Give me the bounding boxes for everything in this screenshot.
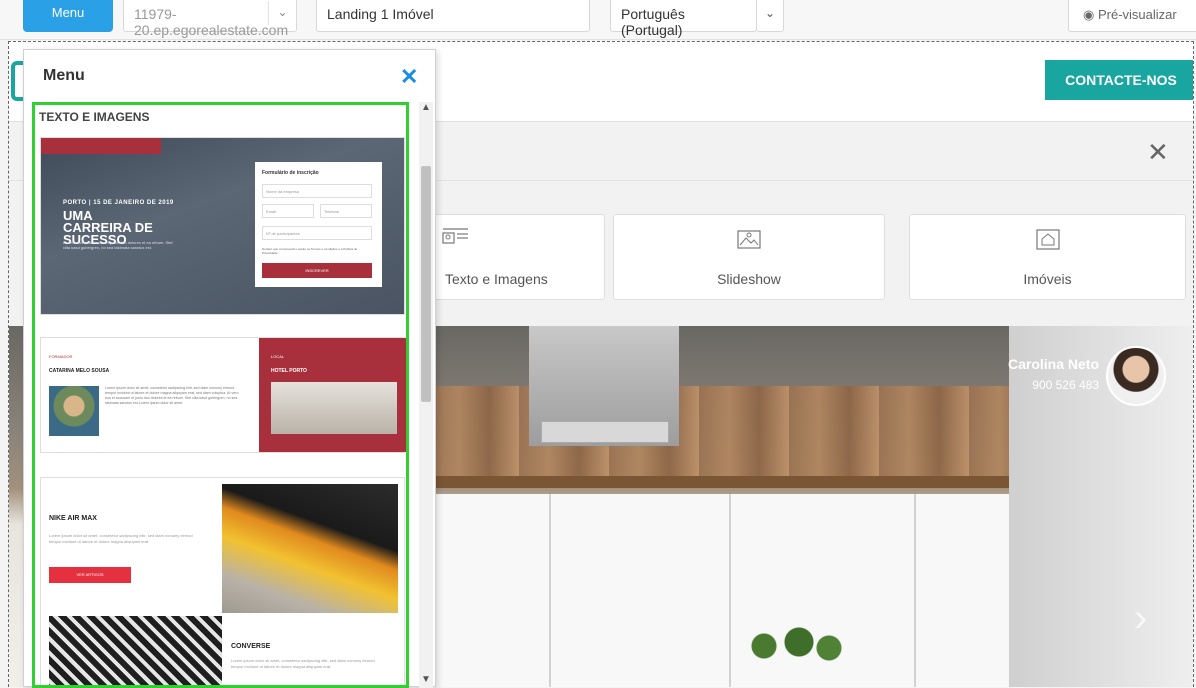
scrollbar-thumb[interactable] <box>421 166 431 402</box>
section-title: TEXTO E IMAGENS <box>39 110 150 124</box>
chevron-down-icon[interactable]: ⌄ <box>756 0 784 32</box>
template-text: Lorem ipsum dolor sit amet, consetetur s… <box>105 386 239 405</box>
menu-panel-title: Menu <box>43 67 85 84</box>
template-list[interactable]: TEXTO E IMAGENS PORTO | 15 DE JANEIRO DE… <box>32 102 409 688</box>
language-select[interactable]: Português (Portugal) <box>610 0 757 38</box>
agent-name: Carolina Neto <box>1007 356 1099 372</box>
template-thumbnail-products[interactable]: NIKE AIR MAX Lorem ipsum dolor sit amet,… <box>40 477 405 685</box>
template-thumbnail-speaker[interactable]: FORMADOR CATARINA MELO SOUSA Lorem ipsum… <box>40 337 406 453</box>
editor-toolbar: Menu 11979-20.ep.egorealestate.com ⌄ Lan… <box>0 0 1196 40</box>
chevron-down-icon: ⌄ <box>268 1 296 25</box>
template-date: PORTO | 15 DE JANEIRO DE 2019 <box>63 200 174 206</box>
template-button: VER ARTIGOS <box>49 567 131 583</box>
template-venue-block: LOCAL HOTEL PORTO <box>259 338 406 452</box>
language-select-value: Português (Portugal) <box>621 6 685 38</box>
template-text: Lorem ipsum dolor sit amet, consetetur s… <box>49 533 193 544</box>
scrollbar[interactable]: ▲ ▼ <box>419 102 433 688</box>
site-select[interactable]: 11979-20.ep.egorealestate.com ⌄ <box>123 0 297 38</box>
template-photo <box>49 386 99 436</box>
chevron-right-icon[interactable]: › <box>1134 596 1147 641</box>
hero-background <box>914 494 916 687</box>
slideshow-icon <box>737 230 761 249</box>
template-thumbnail-event[interactable]: PORTO | 15 DE JANEIRO DE 2019 UMA CARREI… <box>40 137 405 315</box>
menu-panel: Menu ✕ TEXTO E IMAGENS PORTO | 15 DE JAN… <box>23 49 436 688</box>
eye-icon: ◉ <box>1083 7 1098 22</box>
preview-label: Pré-visualizar <box>1097 7 1177 22</box>
page-select[interactable]: Landing 1 Imóvel <box>316 0 590 32</box>
hero-background <box>429 476 1029 488</box>
chevron-down-icon[interactable]: ▼ <box>421 674 431 685</box>
menu-button[interactable]: Menu <box>23 0 113 32</box>
contact-button[interactable]: CONTACTE-NOS <box>1045 60 1193 100</box>
hero-background <box>549 494 551 687</box>
form-field: Nº de participantes <box>262 226 372 240</box>
form-consent: Declaro que compreendi e aceito os Termo… <box>262 247 358 255</box>
avatar <box>1106 346 1166 406</box>
widget-card-label: Imóveis <box>1023 271 1072 287</box>
template-title: CONVERSE <box>231 643 271 650</box>
template-photo <box>222 484 398 613</box>
site-select-value: 11979-20.ep.egorealestate.com <box>134 6 289 38</box>
hero-background <box>729 494 731 687</box>
widget-card-imoveis[interactable]: Imóveis <box>909 214 1186 300</box>
divider <box>8 41 1194 42</box>
template-title: NIKE AIR MAX <box>49 515 97 522</box>
form-field: Telefone <box>320 204 372 218</box>
template-form: Formulário de inscrição Nome da empresa … <box>255 162 382 287</box>
template-photo <box>49 616 222 685</box>
form-field: Nome da empresa <box>262 184 372 198</box>
preview-button[interactable]: ◉ Pré-visualizar <box>1068 0 1196 32</box>
widget-card-texto-imagens[interactable]: Texto e Imagens <box>409 214 605 300</box>
page-select-value: Landing 1 Imóvel <box>327 6 434 22</box>
hero-background <box>429 386 1029 478</box>
template-label: FORMADOR <box>49 354 73 359</box>
template-name: CATARINA MELO SOUSA <box>49 368 110 374</box>
form-submit: INSCREVER <box>262 263 372 278</box>
hero-background <box>744 626 844 666</box>
template-subtext: At vero eos et accusam et justo duo dolo… <box>63 240 173 250</box>
close-icon[interactable]: ✕ <box>400 64 418 90</box>
template-accent <box>41 138 161 154</box>
template-photo <box>271 382 397 434</box>
form-field: Email <box>262 204 314 218</box>
agent-phone: 900 526 483 <box>1032 378 1099 392</box>
widget-card-label: Texto e Imagens <box>445 271 548 287</box>
chevron-up-icon[interactable]: ▲ <box>421 102 431 113</box>
template-venue: HOTEL PORTO <box>271 368 307 374</box>
form-title: Formulário de inscrição <box>262 170 319 176</box>
template-text: Lorem ipsum dolor sit amet, consetetur s… <box>231 658 375 669</box>
close-icon[interactable]: ✕ <box>1147 137 1169 168</box>
text-image-icon <box>442 228 468 244</box>
property-icon <box>1035 229 1060 250</box>
widget-card-label: Slideshow <box>717 271 781 287</box>
hero-background <box>541 421 669 443</box>
widget-card-slideshow[interactable]: Slideshow <box>613 214 885 300</box>
template-label: LOCAL <box>271 354 285 359</box>
